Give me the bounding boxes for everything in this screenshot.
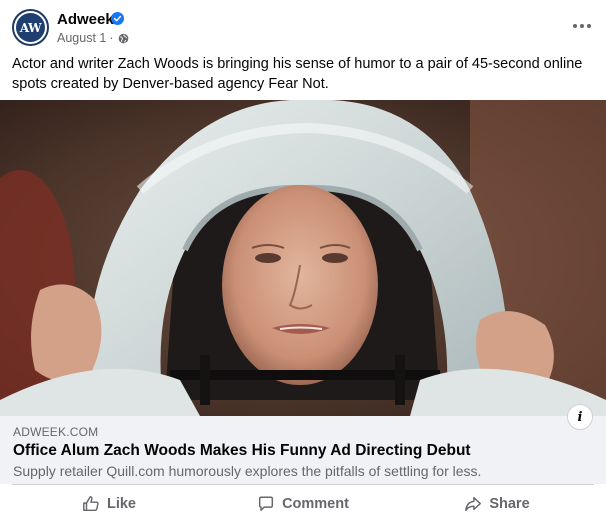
post-actions: Like Comment Share [12, 484, 594, 522]
avatar-logo: AW [16, 13, 45, 42]
hooded-person-illustration [0, 100, 606, 416]
post-meta: August 1 · [57, 31, 129, 45]
post-image[interactable] [0, 100, 606, 416]
more-dot [573, 24, 577, 28]
share-label: Share [489, 495, 530, 512]
link-description: Supply retailer Quill.com humorously exp… [13, 463, 482, 479]
post-date[interactable]: August 1 [57, 31, 106, 45]
more-dot [587, 24, 591, 28]
link-preview[interactable]: ADWEEK.COM Office Alum Zach Woods Makes … [0, 416, 606, 484]
like-button[interactable]: Like [12, 485, 206, 522]
post-caption: Actor and writer Zach Woods is bringing … [12, 56, 583, 92]
thumbs-up-icon [83, 495, 99, 511]
meta-separator: · [109, 31, 114, 45]
more-dot [580, 24, 584, 28]
facebook-post: AW Adweek August 1 · Actor and writer Za… [0, 0, 606, 522]
link-title[interactable]: Office Alum Zach Woods Makes His Funny A… [13, 442, 471, 460]
verified-badge-icon [111, 12, 124, 25]
more-options-icon[interactable] [570, 17, 594, 35]
avatar[interactable]: AW [12, 9, 49, 46]
page-name[interactable]: Adweek [57, 11, 114, 28]
comment-icon [259, 496, 274, 511]
link-domain: ADWEEK.COM [13, 425, 99, 439]
post-header: AW Adweek August 1 · [12, 9, 594, 49]
comment-button[interactable]: Comment [206, 485, 400, 522]
share-button[interactable]: Share [400, 485, 594, 522]
info-icon[interactable]: i [567, 404, 593, 430]
comment-label: Comment [282, 495, 349, 512]
share-arrow-icon [465, 496, 482, 511]
globe-icon [118, 33, 128, 43]
like-label: Like [106, 495, 136, 512]
